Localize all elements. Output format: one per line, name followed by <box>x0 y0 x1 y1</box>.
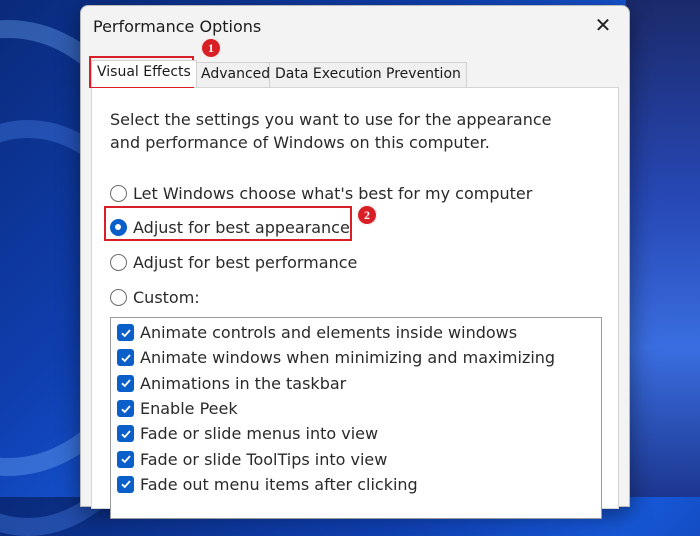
list-item-label: Animate controls and elements inside win… <box>140 323 518 343</box>
option-label: Let Windows choose what's best for my co… <box>133 183 533 203</box>
performance-options-dialog: Performance Options ✕ Visual Effects Adv… <box>80 5 630 519</box>
annotation-badge-1: 1 <box>201 38 221 58</box>
checkmark-icon <box>120 379 131 388</box>
checkmark-icon <box>120 354 131 363</box>
list-item[interactable]: Animations in the taskbar <box>111 371 601 396</box>
list-item-label: Animate windows when minimizing and maxi… <box>140 348 556 368</box>
list-item-label: Fade out menu items after clicking <box>140 474 418 494</box>
list-item-label: Fade or slide ToolTips into view <box>140 449 388 469</box>
radio-button[interactable] <box>110 184 127 202</box>
option-custom[interactable]: Custom: <box>110 286 200 308</box>
close-icon: ✕ <box>594 13 612 37</box>
checkbox-checked[interactable] <box>117 425 134 443</box>
tab-visual-effects[interactable]: Visual Effects <box>91 60 197 87</box>
list-item[interactable]: Fade or slide menus into view <box>111 421 601 446</box>
checkbox-checked[interactable] <box>117 324 134 342</box>
option-label: Custom: <box>133 287 200 307</box>
option-let-windows-choose[interactable]: Let Windows choose what's best for my co… <box>110 182 532 204</box>
radio-button[interactable] <box>110 288 127 306</box>
checkbox-checked[interactable] <box>117 349 134 367</box>
list-item[interactable]: Animate windows when minimizing and maxi… <box>111 345 601 370</box>
annotation-badge-2: 2 <box>357 205 377 225</box>
checkmark-icon <box>120 455 131 464</box>
checkbox-checked[interactable] <box>117 400 134 418</box>
list-item-label: Enable Peek <box>140 399 238 419</box>
dialog-title: Performance Options <box>93 17 262 36</box>
radio-button[interactable] <box>110 253 127 271</box>
visual-effects-panel: Select the settings you want to use for … <box>91 87 619 519</box>
visual-effects-list[interactable]: Animate controls and elements inside win… <box>110 317 602 519</box>
list-item[interactable]: Fade out menu items after clicking <box>111 472 601 497</box>
checkbox-checked[interactable] <box>117 374 134 392</box>
panel-description: Select the settings you want to use for … <box>110 110 552 152</box>
tab-advanced[interactable]: Advanced <box>195 62 277 87</box>
checkmark-icon <box>120 329 131 337</box>
checkmark-icon <box>120 404 131 413</box>
checkmark-icon <box>120 430 131 439</box>
list-item[interactable]: Animate controls and elements inside win… <box>111 320 601 345</box>
option-best-performance[interactable]: Adjust for best performance <box>110 251 357 273</box>
list-item-label: Fade or slide menus into view <box>140 424 379 444</box>
list-item[interactable]: Fade or slide ToolTips into view <box>111 446 601 471</box>
option-label: Adjust for best performance <box>133 252 358 272</box>
list-item[interactable]: Enable Peek <box>111 396 601 421</box>
tab-data-execution-prevention[interactable]: Data Execution Prevention <box>269 62 467 87</box>
list-item-label: Animations in the taskbar <box>140 373 347 393</box>
checkbox-checked[interactable] <box>117 450 134 468</box>
checkmark-icon <box>120 480 131 489</box>
close-button[interactable]: ✕ <box>591 13 615 37</box>
annotation-box-option <box>104 206 352 241</box>
checkbox-checked[interactable] <box>117 475 134 493</box>
